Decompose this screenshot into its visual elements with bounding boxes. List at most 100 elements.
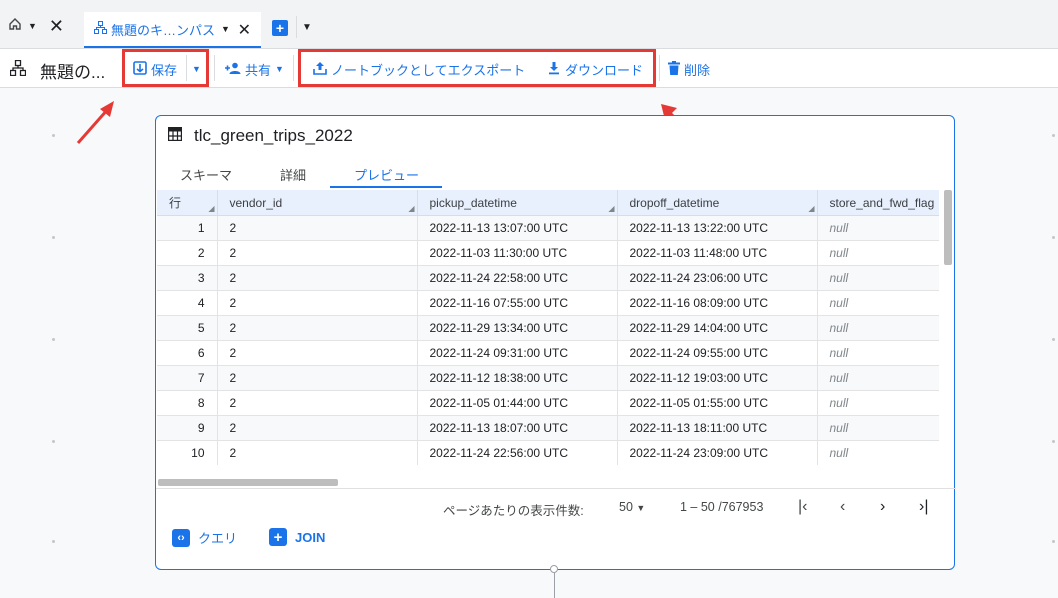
chevron-down-icon[interactable]: ▼ xyxy=(28,21,37,31)
table-row: 1 2 2022-11-13 13:07:00 UTC 2022-11-13 13:2… xyxy=(157,215,939,241)
cell-dropoff-datetime: 2022-11-24 09:55:00 UTC xyxy=(617,340,818,366)
previous-page-icon[interactable]: ‹ xyxy=(840,498,845,516)
add-icon: + xyxy=(269,528,287,546)
table-row: 6 2 2022-11-24 09:31:00 UTC 2022-11-24 09:5… xyxy=(157,340,939,366)
vertical-scrollbar[interactable] xyxy=(944,190,952,265)
code-icon: ‹› xyxy=(172,528,190,547)
cell-store-and-fwd-flag: null xyxy=(817,265,939,291)
table-row: 3 2 2022-11-24 22:58:00 UTC 2022-11-24 23:0… xyxy=(157,265,939,291)
close-icon[interactable]: ✕ xyxy=(49,16,64,37)
chevron-down-icon: ▼ xyxy=(275,64,284,74)
rows-per-page-select[interactable]: 50 ▼ xyxy=(619,500,645,514)
cell-pickup-datetime: 2022-11-29 13:34:00 UTC xyxy=(417,315,618,341)
canvas-grid-dot xyxy=(52,338,55,341)
resize-handle-icon[interactable]: ◢ xyxy=(408,204,414,213)
trash-icon xyxy=(668,60,680,78)
row-number: 8 xyxy=(157,390,218,416)
cell-dropoff-datetime: 2022-11-24 23:09:00 UTC xyxy=(617,440,818,465)
table-row: 10 2 2022-11-24 22:56:00 UTC 2022-11-24 23:… xyxy=(157,440,939,465)
cell-dropoff-datetime: 2022-11-12 19:03:00 UTC xyxy=(617,365,818,391)
page-range: 1 – 50 /767953 xyxy=(680,500,764,514)
cell-pickup-datetime: 2022-11-16 07:55:00 UTC xyxy=(417,290,618,316)
cell-dropoff-datetime: 2022-11-03 11:48:00 UTC xyxy=(617,240,818,266)
resize-handle-icon[interactable]: ◢ xyxy=(208,204,214,213)
last-page-icon[interactable]: ›| xyxy=(919,498,928,516)
chevron-down-icon[interactable]: ▼ xyxy=(302,22,312,33)
row-number: 5 xyxy=(157,315,218,341)
row-number: 1 xyxy=(157,215,218,241)
add-person-icon xyxy=(225,62,241,77)
highlight-box-save xyxy=(122,49,209,87)
cell-store-and-fwd-flag: null xyxy=(817,215,939,241)
query-button[interactable]: ‹› クエリ xyxy=(172,528,237,547)
column-header-dropoff-datetime[interactable]: dropoff_datetime ◢ xyxy=(617,190,818,216)
cell-store-and-fwd-flag: null xyxy=(817,365,939,391)
row-number: 3 xyxy=(157,265,218,291)
cell-dropoff-datetime: 2022-11-13 13:22:00 UTC xyxy=(617,215,818,241)
delete-button[interactable]: 削除 xyxy=(668,60,710,78)
share-label: 共有 xyxy=(245,62,272,78)
table-node-card[interactable]: tlc_green_trips_2022 スキーマ 詳細 プレビュー 行 ◢ ve… xyxy=(155,115,956,570)
cell-vendor-id: 2 xyxy=(217,415,418,441)
row-number: 6 xyxy=(157,340,218,366)
divider xyxy=(659,55,660,81)
cell-vendor-id: 2 xyxy=(217,265,418,291)
close-icon[interactable]: ✕ xyxy=(238,20,251,40)
cell-store-and-fwd-flag: null xyxy=(817,290,939,316)
home-icon[interactable] xyxy=(8,17,22,36)
cell-pickup-datetime: 2022-11-13 18:07:00 UTC xyxy=(417,415,618,441)
canvas-grid-dot xyxy=(52,440,55,443)
cell-pickup-datetime: 2022-11-03 11:30:00 UTC xyxy=(417,240,618,266)
tab-home[interactable]: ▼ ✕ xyxy=(8,12,64,40)
resize-handle-icon[interactable]: ◢ xyxy=(808,204,814,213)
cell-pickup-datetime: 2022-11-05 01:44:00 UTC xyxy=(417,390,618,416)
cell-vendor-id: 2 xyxy=(217,365,418,391)
table-icon xyxy=(167,126,183,146)
cell-dropoff-datetime: 2022-11-13 18:11:00 UTC xyxy=(617,415,818,441)
column-header-pickup-datetime[interactable]: pickup_datetime ◢ xyxy=(417,190,618,216)
preview-table: 行 ◢ vendor_id ◢ pickup_datetime ◢ dropoff_d… xyxy=(157,190,939,465)
rows-per-page-value: 50 xyxy=(619,500,633,514)
column-header-vendor-id[interactable]: vendor_id ◢ xyxy=(217,190,418,216)
cell-dropoff-datetime: 2022-11-05 01:55:00 UTC xyxy=(617,390,818,416)
resize-handle-icon[interactable]: ◢ xyxy=(608,204,614,213)
connector-handle[interactable] xyxy=(550,565,558,573)
column-header-row[interactable]: 行 ◢ xyxy=(157,190,218,216)
active-tab-indicator xyxy=(330,186,442,188)
cell-dropoff-datetime: 2022-11-24 23:06:00 UTC xyxy=(617,265,818,291)
tab-label: 無題のキ…ンパス xyxy=(111,22,216,38)
horizontal-scrollbar[interactable] xyxy=(158,479,338,486)
chevron-down-icon: ▼ xyxy=(636,503,646,513)
add-tab-icon[interactable]: + xyxy=(272,20,288,36)
cell-pickup-datetime: 2022-11-24 09:31:00 UTC xyxy=(417,340,618,366)
column-header-label: dropoff_datetime xyxy=(629,195,720,210)
cell-pickup-datetime: 2022-11-24 22:58:00 UTC xyxy=(417,265,618,291)
card-title: tlc_green_trips_2022 xyxy=(194,126,353,145)
divider xyxy=(293,55,294,81)
table-row: 4 2 2022-11-16 07:55:00 UTC 2022-11-16 08:0… xyxy=(157,290,939,316)
next-page-icon[interactable]: › xyxy=(880,498,885,516)
cell-store-and-fwd-flag: null xyxy=(817,240,939,266)
share-button[interactable]: 共有 ▼ xyxy=(225,60,284,78)
column-header-store-and-fwd-flag[interactable]: store_and_fwd_flag xyxy=(817,190,939,216)
canvas-grid-dot xyxy=(1052,236,1055,239)
red-arrow-annotation xyxy=(76,101,114,144)
graph-icon xyxy=(94,21,107,37)
join-button[interactable]: + JOIN xyxy=(269,528,325,546)
tab-preview[interactable]: プレビュー xyxy=(354,165,419,184)
canvas-grid-dot xyxy=(52,540,55,543)
row-number: 2 xyxy=(157,240,218,266)
first-page-icon[interactable]: |‹ xyxy=(798,498,807,516)
tab-canvas[interactable]: 無題のキ…ンパス ▼ ✕ xyxy=(84,12,261,48)
tab-details[interactable]: 詳細 xyxy=(280,165,306,184)
canvas-grid-dot xyxy=(1052,540,1055,543)
chevron-down-icon[interactable]: ▼ xyxy=(221,24,230,34)
tab-schema[interactable]: スキーマ xyxy=(180,165,232,184)
cell-vendor-id: 2 xyxy=(217,440,418,465)
join-label: JOIN xyxy=(295,529,326,545)
divider xyxy=(156,488,956,489)
canvas-grid-dot xyxy=(1052,134,1055,137)
table-row: 2 2 2022-11-03 11:30:00 UTC 2022-11-03 11:4… xyxy=(157,240,939,266)
divider xyxy=(214,55,215,81)
table-header-row: 行 ◢ vendor_id ◢ pickup_datetime ◢ dropoff_d… xyxy=(157,190,939,216)
